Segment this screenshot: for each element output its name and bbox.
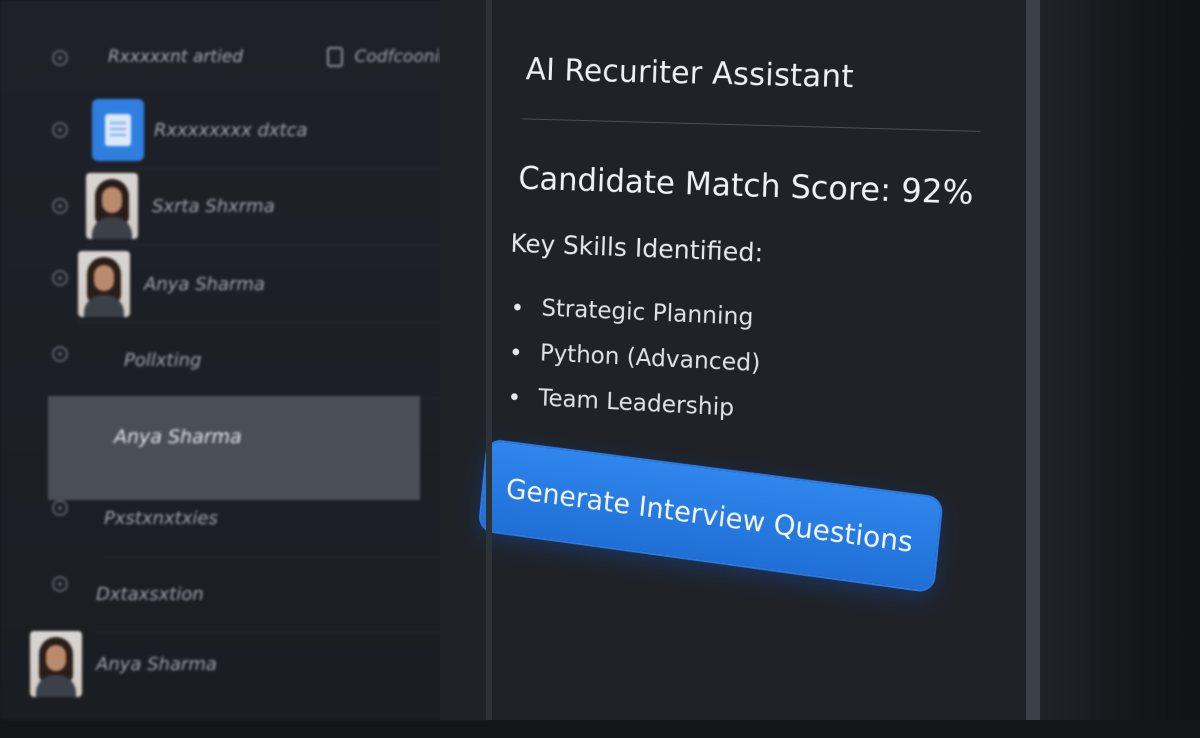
- document-app-icon: [92, 99, 144, 161]
- gutter-icon: [52, 576, 68, 592]
- gutter-icon: [52, 500, 68, 516]
- device-bezel: [1040, 0, 1200, 720]
- generate-interview-questions-button[interactable]: Generate Interview Questions: [479, 440, 942, 592]
- assistant-content: AI Recuriter Assistant Candidate Match S…: [437, 0, 1051, 738]
- list-item-label: Anya Sharma: [96, 653, 217, 675]
- list-header: Rxxxxxnt artied Codfcoonin: [108, 42, 450, 72]
- avatar: [30, 631, 82, 697]
- gutter-icon: [52, 270, 68, 286]
- title-divider: [522, 118, 981, 132]
- list-item[interactable]: Pollxting: [124, 322, 440, 399]
- assistant-title: AI Recuriter Assistant: [525, 52, 855, 96]
- list-item-label: Sxrta Shxrma: [152, 195, 275, 217]
- candidate-match-score: Candidate Match Score: 92%: [517, 159, 975, 212]
- ai-assistant-panel: AI Recuriter Assistant Candidate Match S…: [440, 0, 1040, 720]
- list-item-label: Anya Sharma: [114, 426, 242, 448]
- list-item-label: Dxtaxsxtion: [96, 583, 204, 605]
- key-skills-heading: Key Skills Identified:: [510, 229, 764, 269]
- gutter-icon: [52, 346, 68, 362]
- skill-label: Strategic Planning: [541, 293, 754, 331]
- list-item[interactable]: Anya Sharma: [78, 246, 448, 323]
- key-skills-list: Strategic Planning Python (Advanced) Tea…: [505, 284, 763, 432]
- document-icon: [326, 47, 343, 67]
- gutter-icon: [52, 198, 68, 214]
- skill-label: Python (Advanced): [539, 338, 761, 378]
- gutter-icon: [52, 50, 68, 66]
- gutter-icon: [52, 122, 68, 138]
- list-item[interactable]: Pxstxnxtxies: [104, 480, 440, 557]
- avatar: [86, 173, 138, 239]
- list-item[interactable]: Rxxxxxxxx dxtca: [92, 92, 462, 169]
- list-header-title: Rxxxxxnt artied: [108, 47, 244, 67]
- list-item[interactable]: Anya Sharma: [30, 626, 440, 702]
- skill-label: Team Leadership: [538, 383, 735, 422]
- panel-divider: [486, 0, 492, 720]
- list-header-action[interactable]: Codfcoonin: [326, 47, 450, 67]
- bullet-icon: [512, 347, 520, 355]
- candidate-list-panel: Rxxxxxnt artied Codfcoonin Rxxxxxxxx dxt…: [0, 0, 490, 720]
- bullet-icon: [510, 392, 518, 400]
- list-item-label: Rxxxxxxxx dxtca: [154, 119, 308, 141]
- list-header-action-label: Codfcoonin: [354, 47, 450, 67]
- list-item[interactable]: Sxrta Shxrma: [86, 168, 456, 245]
- list-item-label: Pollxting: [124, 349, 202, 371]
- list-item-label: Pxstxnxtxies: [104, 507, 218, 529]
- avatar: [78, 251, 130, 317]
- list-item[interactable]: Dxtaxsxtion: [96, 556, 440, 633]
- list-item-label: Anya Sharma: [144, 273, 265, 295]
- bullet-icon: [514, 303, 521, 311]
